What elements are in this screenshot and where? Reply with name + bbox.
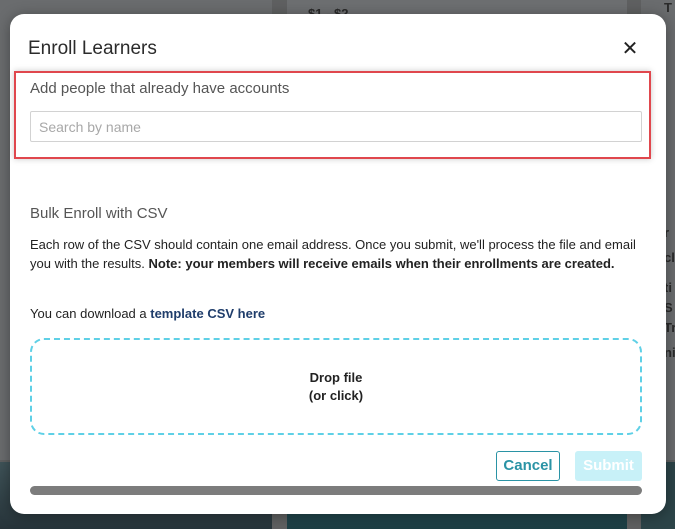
enroll-learners-modal: Enroll Learners ✕ Add people that alread…: [10, 14, 666, 514]
download-prefix: You can download a: [30, 306, 147, 321]
modal-title: Enroll Learners: [28, 38, 157, 59]
bulk-enroll-title: Bulk Enroll with CSV: [30, 205, 168, 222]
file-dropzone[interactable]: Drop file (or click): [30, 338, 642, 435]
dropzone-line-1: Drop file: [309, 369, 363, 385]
download-line: You can download a template CSV here: [30, 306, 265, 321]
close-icon[interactable]: ✕: [620, 38, 640, 60]
submit-button[interactable]: Submit: [575, 451, 642, 481]
existing-accounts-label: Add people that already have accounts: [30, 80, 290, 97]
template-csv-link[interactable]: template CSV here: [150, 306, 265, 321]
dropzone-line-2: (or click): [308, 387, 364, 403]
bulk-enroll-description: Each row of the CSV should contain one e…: [30, 235, 650, 273]
horizontal-scrollbar[interactable]: [30, 486, 642, 495]
search-by-name-input[interactable]: [30, 111, 642, 142]
background-edge-text: T: [664, 0, 672, 15]
cancel-button[interactable]: Cancel: [496, 451, 560, 481]
bulk-note-text: Note: your members will receive emails w…: [148, 256, 615, 271]
